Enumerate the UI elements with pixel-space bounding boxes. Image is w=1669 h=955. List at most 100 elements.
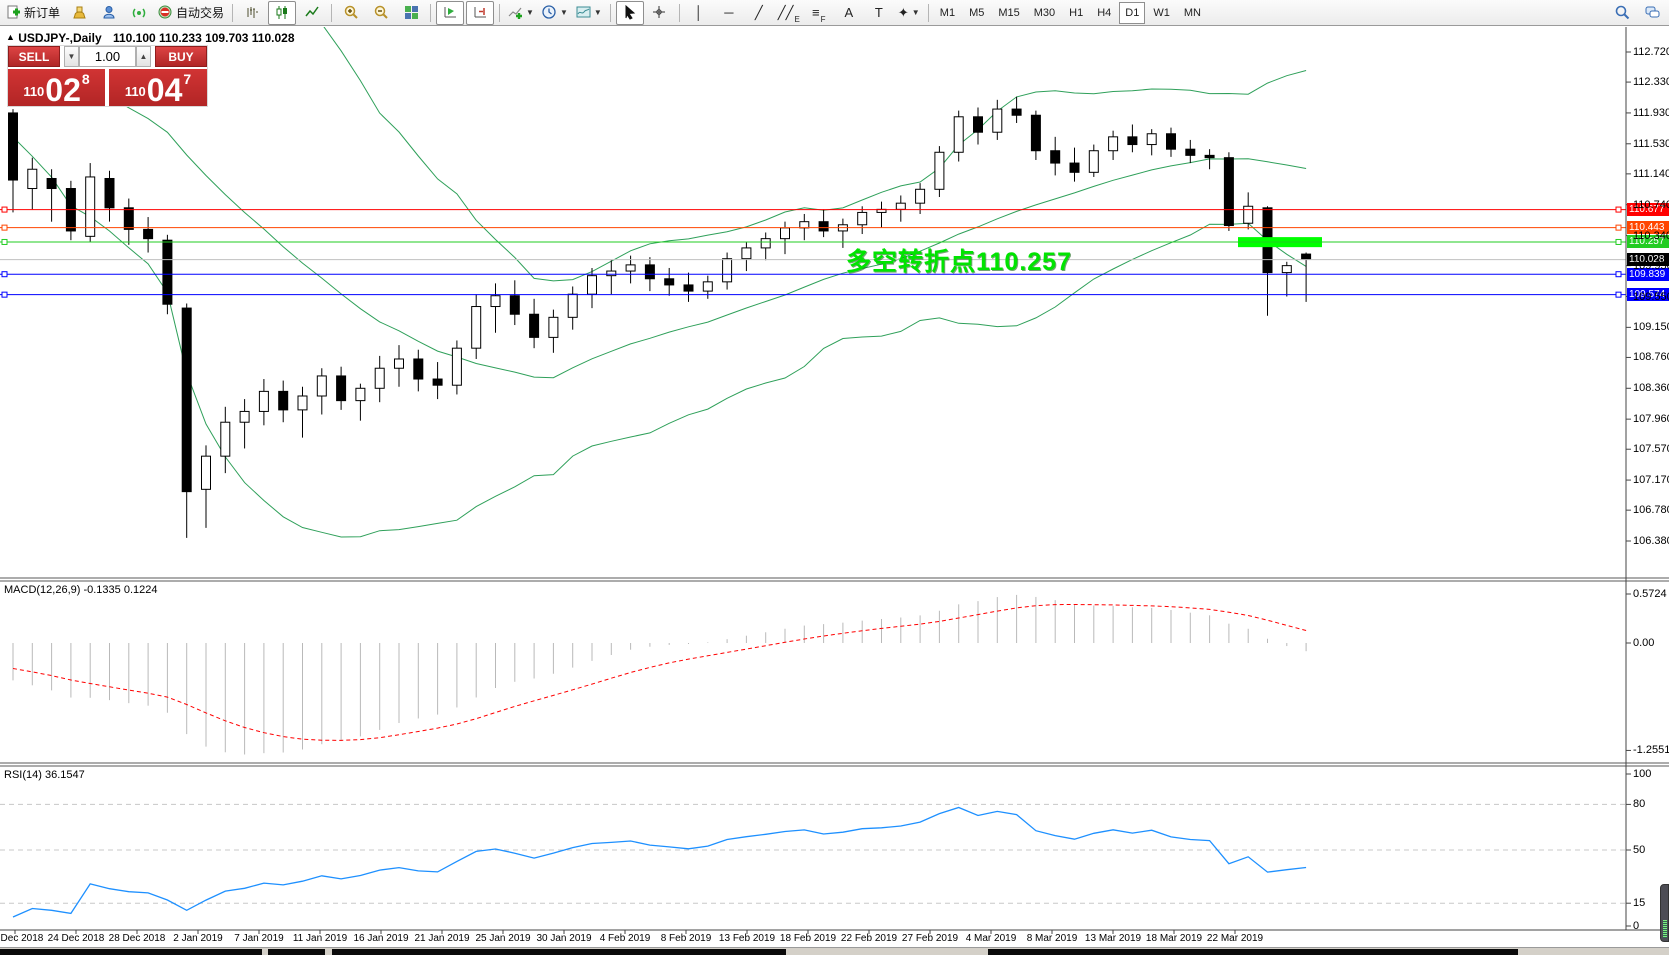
line-handle[interactable]	[1, 224, 8, 231]
candle-bearish	[1185, 148, 1196, 156]
collapsed-side-panel[interactable]	[1660, 884, 1669, 942]
sell-price-main: 110	[23, 84, 45, 99]
candle-bearish	[1069, 162, 1080, 173]
candle-bearish	[509, 295, 520, 315]
candle-bullish	[953, 116, 964, 153]
one-click-trading-panel: SELL ▼ 1.00 ▲ BUY 110 02 8 110 04 7	[8, 46, 207, 106]
candle-bearish	[1030, 114, 1041, 152]
date-axis-label: 4 Mar 2019	[965, 933, 1017, 944]
candle-bullish	[625, 264, 636, 272]
chart-title: ▲ USDJPY-,Daily 110.100 110.233 109.703 …	[6, 31, 295, 45]
candle-bullish	[760, 238, 771, 249]
line-handle[interactable]	[1615, 224, 1622, 231]
sell-price-display[interactable]: 110 02 8	[8, 69, 105, 106]
buy-price-big: 04	[146, 72, 183, 108]
candle-bearish	[1301, 253, 1312, 260]
candle-bullish	[239, 410, 250, 423]
candle-bullish	[316, 375, 327, 397]
price-axis-label: 110.740	[1633, 198, 1669, 211]
candle-bullish	[1243, 205, 1254, 224]
volume-down-button[interactable]: ▼	[64, 46, 79, 67]
collapse-arrow-icon[interactable]: ▲	[6, 32, 15, 42]
price-axis-label: 106.780	[1633, 504, 1669, 517]
price-axis-label: 109.550	[1633, 290, 1669, 303]
price-axis-label: 108.760	[1633, 351, 1669, 364]
candle-bearish	[1166, 133, 1176, 150]
volume-up-button[interactable]: ▲	[136, 46, 151, 67]
date-axis-label: 2 Jan 2019	[173, 933, 223, 944]
candle-bearish	[46, 177, 57, 190]
sell-price-sup: 8	[81, 71, 90, 87]
rsi-axis-label: 0	[1633, 920, 1640, 932]
price-axis-label: 107.570	[1633, 443, 1669, 456]
candle-bullish	[220, 421, 231, 457]
rsi-pane	[0, 803, 1626, 918]
candle-bullish	[471, 306, 482, 349]
rsi-indicator-label: RSI(14) 36.1547	[4, 769, 85, 781]
date-axis-label: 22 Mar 2019	[1206, 933, 1264, 944]
rsi-axis-label: 80	[1633, 798, 1646, 811]
candle-bullish	[201, 455, 211, 490]
macd-signal-line	[12, 603, 1307, 741]
price-axis-label: 112.720	[1633, 46, 1669, 58]
date-axis-label: 16 Jan 2019	[353, 933, 409, 944]
mt4-window: 新订单 自动交易 ▼ ▼ ▼ │ ─ ╱ ╱╱ E ≡ F A T ✦ ▼ M1 M5 M15 M30 H1 H4 D1 W1…	[0, 0, 1669, 955]
price-axis-label: 111.530	[1633, 137, 1669, 150]
candle-bearish	[644, 264, 655, 280]
date-axis-label: 30 Jan 2019	[536, 933, 592, 944]
candle-bullish	[374, 367, 385, 389]
candle-bullish	[567, 293, 578, 318]
line-handle[interactable]	[1, 238, 8, 245]
candle-bullish	[587, 275, 597, 295]
candle-bullish	[394, 358, 404, 369]
macd-axis-label: 0.5724	[1633, 588, 1667, 600]
line-handle[interactable]	[1615, 291, 1622, 298]
chart-canvas	[0, 27, 1669, 934]
chart-text-annotation[interactable]: 多空转折点110.257	[846, 242, 1072, 278]
candle-bearish	[1011, 108, 1022, 116]
line-handle[interactable]	[1, 206, 8, 213]
background-window-edge	[988, 949, 1518, 955]
candle-bearish	[1223, 157, 1234, 227]
rsi-line	[12, 806, 1307, 918]
candle-bullish	[895, 202, 906, 210]
line-handle[interactable]	[1615, 271, 1622, 278]
line-handle[interactable]	[1, 291, 8, 298]
candle-bearish	[123, 207, 134, 230]
rsi-axis-label: 50	[1633, 844, 1646, 856]
candle-bearish	[278, 390, 289, 411]
candle-bearish	[8, 112, 18, 181]
candle-bearish	[413, 358, 424, 380]
price-axis-label: 112.330	[1633, 76, 1669, 89]
price-axis-label: 111.140	[1633, 167, 1669, 180]
candle-bullish	[857, 211, 868, 226]
date-axis-label: 8 Feb 2019	[660, 933, 712, 944]
candle-bullish	[702, 281, 713, 292]
buy-price-main: 110	[124, 84, 146, 99]
date-axis-label: 19 Dec 2018	[0, 933, 44, 944]
buy-button[interactable]: BUY	[155, 46, 207, 67]
candle-bearish	[432, 378, 443, 386]
candle-bullish	[1088, 150, 1099, 173]
candle-bullish	[934, 151, 945, 190]
macd-axis-label: 0.00	[1633, 637, 1655, 649]
candle-bullish	[258, 390, 269, 412]
line-handle[interactable]	[1615, 238, 1622, 245]
candle-bullish	[297, 395, 308, 411]
candle-bullish	[799, 221, 810, 229]
candle-bearish	[1050, 150, 1061, 164]
macd-indicator-label: MACD(12,26,9) -0.1335 0.1224	[4, 584, 158, 596]
date-axis-label: 18 Mar 2019	[1145, 933, 1203, 944]
volume-input[interactable]: 1.00	[79, 46, 136, 67]
line-handle[interactable]	[1615, 206, 1622, 213]
buy-price-display[interactable]: 110 04 7	[109, 69, 207, 106]
symbol-period-label: USDJPY-,Daily	[18, 31, 102, 45]
candle-bearish	[104, 177, 115, 209]
candle-bullish	[722, 258, 733, 283]
sell-button[interactable]: SELL	[8, 46, 60, 67]
line-handle[interactable]	[1, 271, 8, 278]
candle-bullish	[992, 108, 1003, 133]
candle-bullish	[355, 387, 366, 402]
background-window-strip	[0, 947, 1669, 955]
date-axis-label: 8 Mar 2019	[1026, 933, 1078, 944]
